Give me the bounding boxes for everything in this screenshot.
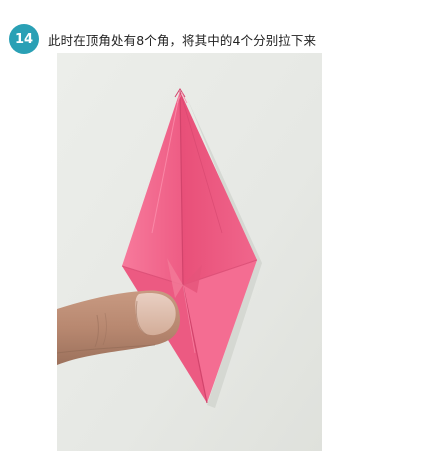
step-number-badge: 14 [9,24,39,54]
step-photo [57,53,322,451]
origami-photo-illustration [57,53,322,451]
step-header: 14 此时在顶角处有8个角，将其中的4个分别拉下来 [9,24,316,54]
step-instruction: 此时在顶角处有8个角，将其中的4个分别拉下来 [48,32,317,48]
